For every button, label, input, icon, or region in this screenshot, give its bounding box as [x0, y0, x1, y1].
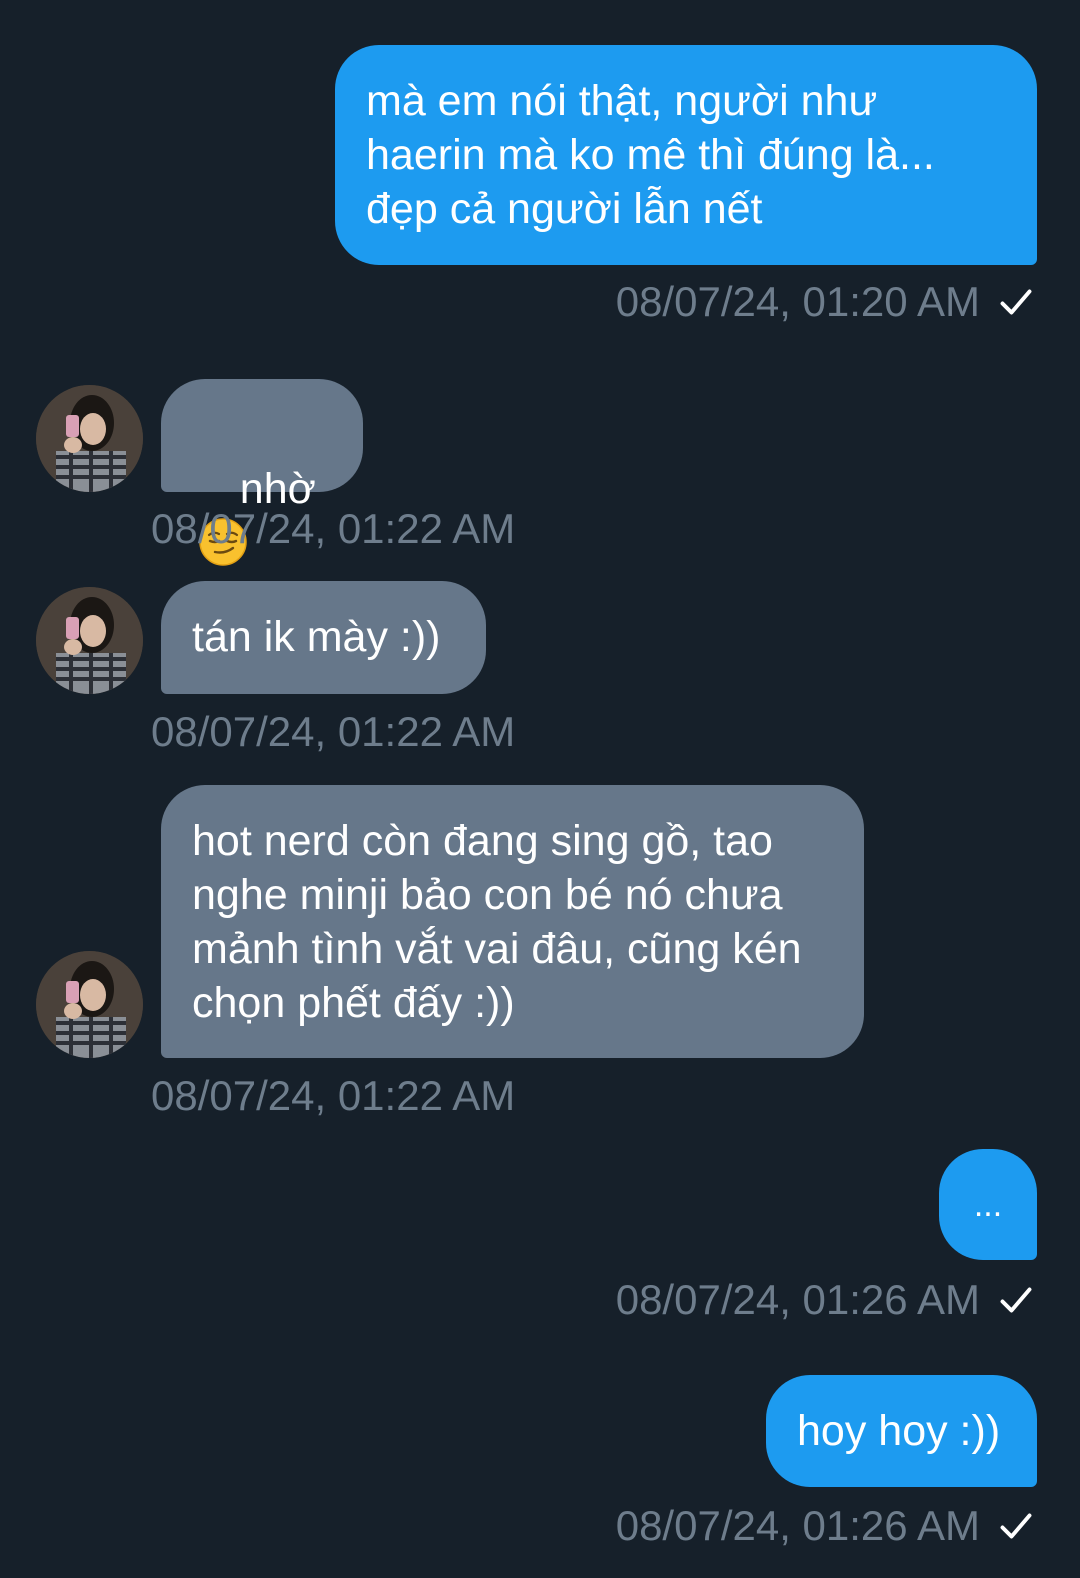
incoming-message-bubble[interactable]: tán ik mày :)) — [161, 581, 486, 694]
incoming-message-bubble[interactable]: hot nerd còn đang sing gồ, tao nghe minj… — [161, 785, 864, 1058]
avatar-image — [36, 951, 143, 1058]
message-timestamp: 08/07/24, 01:22 AM — [151, 505, 516, 552]
message-timestamp: 08/07/24, 01:26 AM — [616, 1276, 1034, 1324]
avatar[interactable] — [36, 951, 143, 1058]
check-icon — [1000, 1513, 1032, 1539]
timestamp-text: 08/07/24, 01:26 AM — [615, 1502, 980, 1549]
check-icon — [1000, 1287, 1032, 1313]
avatar-image — [36, 385, 143, 492]
check-icon — [1000, 289, 1032, 315]
message-timestamp: 08/07/24, 01:26 AM — [616, 1502, 1034, 1550]
chat-thread: mà em nói thật, người như haerin mà ko m… — [0, 0, 1080, 1578]
timestamp-text: 08/07/24, 01:20 AM — [615, 278, 980, 325]
avatar[interactable] — [36, 385, 143, 492]
outgoing-message-bubble[interactable]: ... — [939, 1149, 1037, 1260]
outgoing-message-bubble[interactable]: mà em nói thật, người như haerin mà ko m… — [335, 45, 1037, 265]
outgoing-message-bubble[interactable]: hoy hoy :)) — [766, 1375, 1037, 1487]
avatar[interactable] — [36, 587, 143, 694]
message-timestamp: 08/07/24, 01:22 AM — [151, 1072, 516, 1119]
avatar-image — [36, 587, 143, 694]
incoming-message-bubble[interactable]: nhờ — [161, 379, 363, 566]
message-timestamp: 08/07/24, 01:22 AM — [151, 708, 516, 755]
timestamp-text: 08/07/24, 01:26 AM — [615, 1276, 980, 1323]
message-timestamp: 08/07/24, 01:20 AM — [616, 278, 1034, 326]
